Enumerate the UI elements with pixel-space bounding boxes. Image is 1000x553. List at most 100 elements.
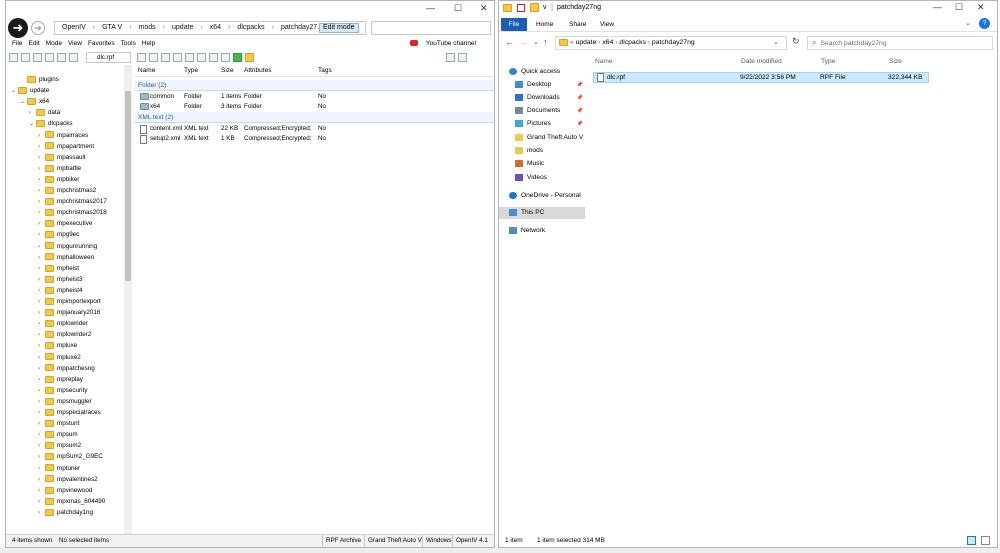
current-path-field[interactable]: dlc.rpf bbox=[86, 52, 131, 63]
list-item[interactable]: dlc.rpf 9/22/2022 3:56 PM RPF File 322,344 … bbox=[593, 72, 929, 83]
breadcrumb-item[interactable]: OpenIV bbox=[62, 24, 86, 31]
address-segment[interactable]: patchday27ng bbox=[652, 39, 695, 46]
nav-item-network[interactable]: Network bbox=[509, 225, 585, 237]
tree-item-mpbattle[interactable]: › mpbattle bbox=[38, 163, 81, 174]
pin-icon[interactable]: 📌 bbox=[577, 92, 583, 104]
layout-icon[interactable] bbox=[458, 53, 467, 62]
refresh-icon[interactable] bbox=[45, 53, 54, 62]
save-icon[interactable] bbox=[33, 53, 42, 62]
tree-item-patchday1ng[interactable]: › patchday1ng bbox=[38, 507, 93, 518]
menu-view[interactable]: View bbox=[68, 40, 82, 47]
nav-item-desktop[interactable]: Desktop 📌 bbox=[515, 79, 585, 91]
open-icon[interactable] bbox=[21, 53, 30, 62]
tree-item-mplowrider2[interactable]: › mplowrider2 bbox=[38, 329, 91, 340]
tree-item-mpheist[interactable]: › mpheist bbox=[38, 263, 79, 274]
tree-scroll-thumb[interactable] bbox=[125, 91, 131, 281]
add-icon[interactable] bbox=[233, 53, 242, 62]
help-icon[interactable]: ? bbox=[979, 18, 990, 29]
new-folder-icon[interactable] bbox=[245, 53, 254, 62]
nav-item-quick-access[interactable]: Quick access bbox=[509, 66, 585, 78]
menu-file[interactable]: File bbox=[12, 40, 22, 47]
tree-item-mppatchesng[interactable]: › mppatchesng bbox=[38, 363, 95, 374]
tab-share[interactable]: Share bbox=[569, 18, 586, 31]
explorer-search-input[interactable]: ⌕ Search patchday27ng bbox=[807, 36, 993, 50]
tree-item-mphalloween[interactable]: › mphalloween bbox=[38, 252, 94, 263]
tab-view[interactable]: View bbox=[600, 18, 614, 31]
tree-item-mpjanuary2016[interactable]: › mpjanuary2016 bbox=[38, 307, 100, 318]
up-arrow-icon[interactable]: ↑ bbox=[543, 37, 548, 47]
view-mode-icon[interactable] bbox=[446, 53, 455, 62]
refresh-icon[interactable]: ↻ bbox=[792, 36, 800, 47]
tree-item-x64[interactable]: ⌄ x64 bbox=[20, 96, 49, 107]
youtube-channel-link[interactable]: YouTube channel bbox=[409, 40, 476, 47]
tree-item-mpreplay[interactable]: › mpreplay bbox=[38, 374, 83, 385]
tree-item-mpbiker[interactable]: › mpbiker bbox=[38, 174, 79, 185]
table-row[interactable]: setup2.xml XML text 1 KB Compressed;Encrypt… bbox=[134, 134, 494, 144]
import-icon[interactable] bbox=[69, 53, 78, 62]
nav-item-onedrive-personal[interactable]: OneDrive - Personal bbox=[509, 190, 585, 202]
table-row[interactable]: common Folder 1 items Folder No bbox=[134, 92, 494, 102]
tree-item-mptuner[interactable]: › mptuner bbox=[38, 463, 80, 474]
paste-icon[interactable] bbox=[149, 53, 158, 62]
close-icon[interactable]: ✕ bbox=[480, 3, 488, 14]
tree-item-mpassault[interactable]: › mpassault bbox=[38, 152, 86, 163]
breadcrumb-item[interactable]: update bbox=[172, 24, 193, 31]
tree-item-mpexecutive[interactable]: › mpexecutive bbox=[38, 218, 92, 229]
column-header-type[interactable]: Type bbox=[821, 56, 835, 68]
breadcrumb[interactable]: OpenIV › GTA V › mods › update › x64 › dlcpacks › pa… bbox=[54, 21, 366, 35]
replace-icon[interactable] bbox=[209, 53, 218, 62]
column-header-attributes[interactable]: Attributes bbox=[244, 65, 271, 77]
column-header-date-modified[interactable]: Date modified bbox=[741, 56, 782, 68]
tab-file[interactable]: File bbox=[501, 18, 527, 31]
tree-item-mpchristmas2018[interactable]: › mpchristmas2018 bbox=[38, 207, 107, 218]
tree-item-mpvinewood[interactable]: › mpvinewood bbox=[38, 485, 92, 496]
tree-item-mpsmuggler[interactable]: › mpsmuggler bbox=[38, 396, 92, 407]
edit-mode-button[interactable]: Edit mode bbox=[319, 23, 359, 33]
new-icon[interactable] bbox=[9, 53, 18, 62]
minimize-icon[interactable]: — bbox=[426, 3, 435, 13]
tree-item-mplowrider[interactable]: › mplowrider bbox=[38, 318, 88, 329]
chevron-right-icon[interactable]: › bbox=[38, 508, 45, 519]
menu-mode[interactable]: Mode bbox=[46, 40, 62, 47]
column-header-type[interactable]: Type bbox=[184, 65, 198, 77]
tree-item-mpg9ec[interactable]: › mpg9ec bbox=[38, 229, 79, 240]
tree-item-mpheist3[interactable]: › mpheist3 bbox=[38, 274, 83, 285]
chevron-down-icon[interactable]: ⌄ bbox=[20, 97, 27, 108]
openiv-search-input[interactable] bbox=[371, 21, 491, 35]
breadcrumb-item[interactable]: GTA V bbox=[102, 24, 122, 31]
tree-item-mpsum[interactable]: › mpsum bbox=[38, 429, 78, 440]
tree-item-data[interactable]: › data bbox=[29, 107, 60, 118]
details-view-icon[interactable] bbox=[967, 536, 976, 545]
menu-tools[interactable]: Tools bbox=[121, 40, 136, 47]
tree-item-mpluxe[interactable]: › mpluxe bbox=[38, 340, 77, 351]
menu-help[interactable]: Help bbox=[142, 40, 155, 47]
quick-access-dropdown[interactable]: v bbox=[543, 4, 547, 11]
tree-item-mpsum2_g9ec[interactable]: › mpSum2_G9EC bbox=[38, 451, 103, 462]
pin-icon[interactable]: 📌 bbox=[577, 79, 583, 91]
tree-item-plugins[interactable]: plugins bbox=[20, 74, 59, 85]
tree-item-mpsum2[interactable]: › mpsum2 bbox=[38, 440, 81, 451]
tree-item-mpchristmas2017[interactable]: › mpchristmas2017 bbox=[38, 196, 107, 207]
column-header-name[interactable]: Name bbox=[138, 65, 155, 77]
breadcrumb-item[interactable]: mods bbox=[139, 24, 156, 31]
maximize-icon[interactable]: ☐ bbox=[955, 2, 963, 13]
pin-icon[interactable]: 📌 bbox=[577, 105, 583, 117]
address-dropdown-icon[interactable]: ⌄ bbox=[773, 38, 779, 46]
address-segment[interactable]: dlcpacks bbox=[619, 39, 645, 46]
tree-item-dlcpacks[interactable]: ⌄ dlcpacks bbox=[29, 118, 73, 129]
nav-item-documents[interactable]: Documents 📌 bbox=[515, 105, 585, 117]
tree-item-mpapartment[interactable]: › mpapartment bbox=[38, 141, 94, 152]
archive-icon[interactable] bbox=[57, 53, 66, 62]
nav-item-mods[interactable]: mods bbox=[515, 145, 585, 157]
address-bar[interactable]: « update › x64 › dlcpacks › patchday27ng bbox=[555, 36, 787, 50]
tree-item-mpstunt[interactable]: › mpstunt bbox=[38, 418, 79, 429]
address-segment[interactable]: update bbox=[576, 39, 597, 46]
nav-item-this-pc[interactable]: This PC bbox=[499, 207, 585, 219]
menu-favorites[interactable]: Favorites bbox=[88, 40, 115, 47]
breadcrumb-item[interactable]: dlcpacks bbox=[237, 24, 264, 31]
tree-item-mpvalentines2[interactable]: › mpvalentines2 bbox=[38, 474, 98, 485]
export-icon[interactable] bbox=[185, 53, 194, 62]
minimize-icon[interactable]: — bbox=[933, 2, 942, 12]
forward-arrow-icon[interactable]: → bbox=[519, 37, 528, 47]
column-header-name[interactable]: Name bbox=[595, 56, 613, 68]
